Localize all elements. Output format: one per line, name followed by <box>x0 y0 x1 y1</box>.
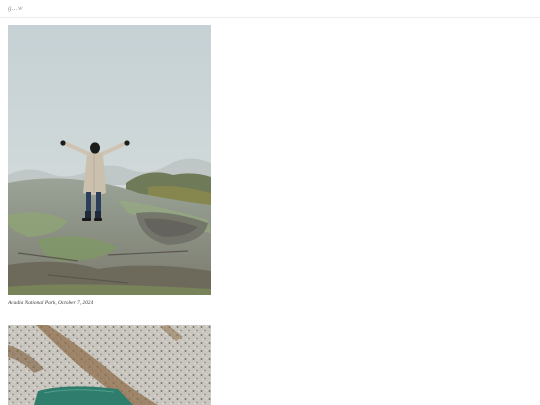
photo-image <box>8 25 211 295</box>
post-photo-acadia[interactable] <box>8 25 211 295</box>
post-caption: Acadia National Park, October 7, 2024 <box>8 300 94 306</box>
photo-image <box>8 325 211 405</box>
site-title-link[interactable]: g...w <box>8 4 23 12</box>
site-header: g...w <box>0 0 540 18</box>
post-photo-granite[interactable] <box>8 325 211 405</box>
